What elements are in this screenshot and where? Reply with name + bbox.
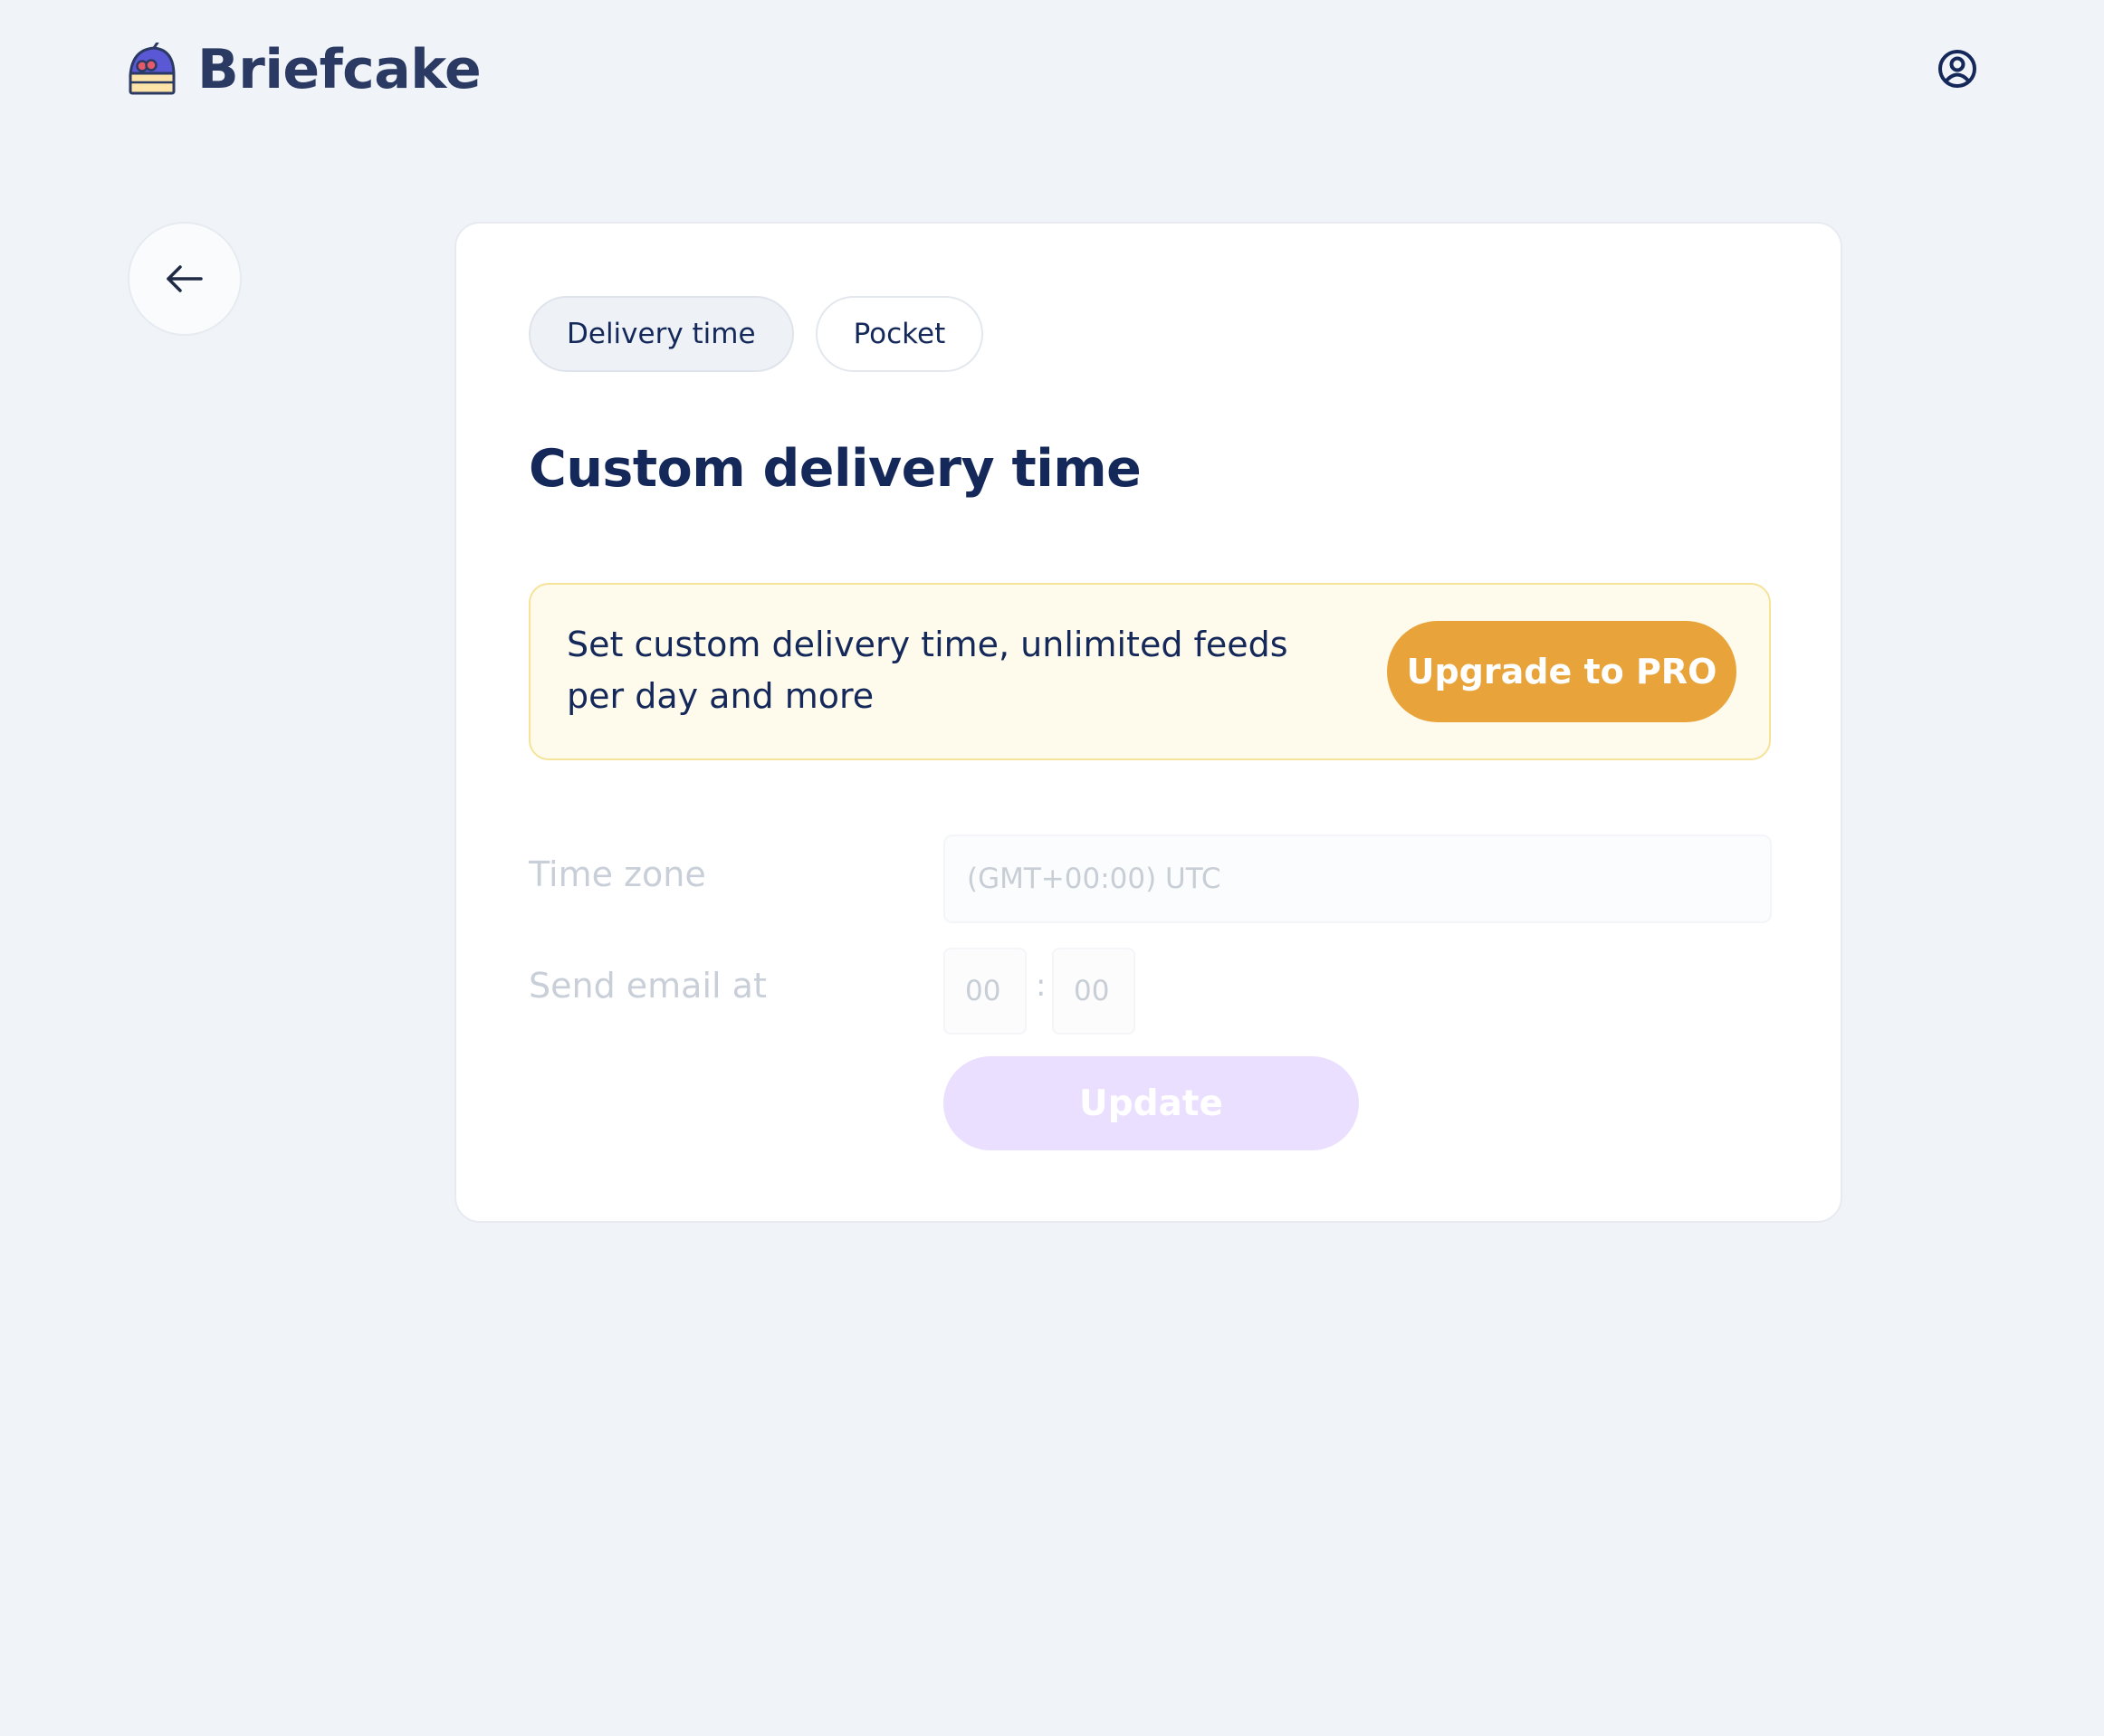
upgrade-to-pro-button[interactable]: Upgrade to PRO: [1387, 621, 1736, 722]
back-button[interactable]: [128, 222, 242, 336]
send-time-label: Send email at: [529, 966, 767, 1006]
user-circle-icon: [1938, 50, 1976, 88]
hour-input[interactable]: 00: [943, 948, 1027, 1035]
top-header: Briefcake: [0, 0, 2104, 145]
settings-card: Delivery time Pocket Custom delivery tim…: [454, 222, 1842, 1223]
minute-input[interactable]: 00: [1052, 948, 1135, 1035]
page-title: Custom delivery time: [529, 439, 1142, 499]
upgrade-banner: Set custom delivery time, unlimited feed…: [529, 583, 1771, 760]
timezone-label: Time zone: [529, 854, 706, 894]
arrow-left-icon: [167, 265, 203, 292]
tab-delivery-time[interactable]: Delivery time: [529, 296, 794, 372]
time-separator: :: [1036, 968, 1047, 1004]
upgrade-banner-text: Set custom delivery time, unlimited feed…: [567, 625, 1288, 716]
account-button[interactable]: [1937, 49, 1977, 89]
cake-slice-icon: [129, 43, 176, 95]
timezone-select[interactable]: (GMT+00:00) UTC: [943, 835, 1772, 923]
brand[interactable]: Briefcake: [127, 38, 482, 101]
tab-pocket[interactable]: Pocket: [815, 296, 984, 372]
tab-bar: Delivery time Pocket: [529, 296, 984, 372]
update-button[interactable]: Update: [943, 1056, 1359, 1150]
brand-name: Briefcake: [197, 38, 482, 101]
